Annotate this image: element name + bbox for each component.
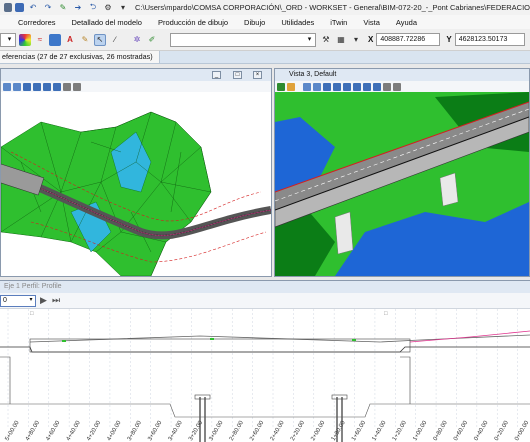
zoom-out-icon[interactable]: [13, 82, 21, 91]
view-3d-title: Vista 3, Default: [275, 69, 529, 81]
chevron-down-icon: ▾: [307, 35, 312, 43]
profile-view[interactable]: Eje 1 Perfil: Profile 0 ▾ ▶ ⏭ □ □ 5+00.0…: [0, 280, 530, 442]
menu-corredores[interactable]: Corredores: [10, 18, 64, 27]
save-icon[interactable]: [15, 3, 25, 12]
green-marker: [210, 338, 214, 340]
line-style-icon[interactable]: ≈: [34, 34, 46, 46]
rotate-view-icon[interactable]: [333, 82, 341, 91]
skip-end-icon[interactable]: ⏭: [52, 295, 60, 306]
menu-produccion[interactable]: Producción de dibujo: [150, 18, 236, 27]
fill-icon[interactable]: [49, 33, 61, 46]
measure-icon[interactable]: ⚒: [320, 34, 332, 46]
chevron-down-icon[interactable]: ▾: [27, 296, 35, 306]
color-palette-icon[interactable]: [19, 33, 31, 46]
minimize-button[interactable]: _: [212, 71, 221, 79]
references-tab[interactable]: eferencias (27 de 27 exclusivas, 26 most…: [0, 51, 160, 63]
main-toolbar: ▾ ≈ A ✎ ↖ ∕ ✲ ✐ ▾ ⚒ ▦ ▾ X 408887.72286 Y…: [0, 29, 530, 51]
app-logo-icon: [4, 3, 13, 12]
app-window: ↶ ↷ ✎ ➔ ⮌ ⚙ ▾ C:\Users\mpardo\COMSA CORP…: [0, 0, 530, 442]
y-coord-field[interactable]: 4628123.50173: [454, 33, 525, 46]
x-coord-label: X: [368, 35, 374, 44]
next-view-icon[interactable]: [53, 82, 61, 91]
corner-mark-right: □: [384, 311, 388, 317]
bridge-pier-2: [439, 172, 459, 207]
customize-icon[interactable]: ▾: [117, 2, 129, 14]
view-plan-toolbar: [1, 81, 271, 92]
menu-utilidades[interactable]: Utilidades: [273, 18, 322, 27]
view-3d[interactable]: Vista 3, Default: [274, 68, 530, 277]
window-area-icon[interactable]: [33, 82, 41, 91]
level-combo[interactable]: ▾: [0, 32, 16, 47]
pin-icon[interactable]: ✎: [57, 2, 69, 14]
pan-view-icon[interactable]: [343, 82, 351, 91]
window-title: C:\Users\mpardo\COMSA CORPORACIÓN\_ORD -…: [135, 3, 530, 12]
chevron-down-icon: ▾: [7, 35, 12, 43]
pencil-icon[interactable]: ✎: [79, 34, 91, 46]
grid-icon[interactable]: ▦: [335, 34, 347, 46]
text-style-icon[interactable]: A: [64, 34, 76, 46]
previous-view-icon[interactable]: [43, 82, 51, 91]
redo-icon[interactable]: ↷: [42, 2, 54, 14]
undo-icon[interactable]: ↶: [27, 2, 39, 14]
play-icon[interactable]: ▶: [40, 295, 47, 306]
bridge-pier: [334, 211, 354, 255]
previous-view-icon[interactable]: [363, 82, 371, 91]
more-icon[interactable]: ▾: [350, 34, 362, 46]
view-plan[interactable]: _ □ ×: [0, 68, 272, 277]
filter-icon[interactable]: [73, 82, 81, 91]
view-settings-icon[interactable]: [287, 82, 295, 91]
plan-canvas[interactable]: [1, 92, 271, 276]
zoom-in-icon[interactable]: [3, 82, 11, 91]
zoom-out-icon[interactable]: [313, 82, 321, 91]
forward-icon[interactable]: ➔: [72, 2, 84, 14]
green-marker-2: [62, 340, 66, 342]
x-coord-field[interactable]: 408887.72286: [376, 33, 441, 46]
references-bar: eferencias (27 de 27 exclusivas, 26 most…: [0, 51, 530, 64]
filter-icon[interactable]: [393, 82, 401, 91]
camera-icon[interactable]: [383, 82, 391, 91]
3d-canvas[interactable]: [275, 92, 529, 276]
view-display-icon[interactable]: [277, 82, 285, 91]
select-icon[interactable]: ↖: [94, 33, 106, 46]
next-view-icon[interactable]: [373, 82, 381, 91]
back-icon[interactable]: ⮌: [87, 2, 99, 14]
profile-title: Eje 1 Perfil: Profile: [0, 281, 530, 293]
view-3d-toolbar: [275, 81, 529, 92]
fit-view-icon[interactable]: [323, 82, 331, 91]
menu-dibujo[interactable]: Dibujo: [236, 18, 273, 27]
corner-mark-left: □: [30, 311, 34, 317]
menu-itwin[interactable]: iTwin: [322, 18, 355, 27]
menu-bar: Corredores Detallado del modelo Producci…: [0, 15, 530, 29]
menu-vista[interactable]: Vista: [355, 18, 388, 27]
accudraw-icon[interactable]: ✐: [146, 34, 158, 46]
green-marker-3: [352, 339, 356, 341]
menu-detallado[interactable]: Detallado del modelo: [64, 18, 150, 27]
walk-icon[interactable]: [353, 82, 361, 91]
y-coord-label: Y: [446, 35, 452, 44]
view-plan-title: [1, 69, 271, 81]
maximize-button[interactable]: □: [233, 71, 242, 79]
snap-icon[interactable]: ✲: [131, 34, 143, 46]
title-bar: ↶ ↷ ✎ ➔ ⮌ ⚙ ▾ C:\Users\mpardo\COMSA CORP…: [0, 0, 530, 15]
view-attributes-icon[interactable]: [63, 82, 71, 91]
fit-view-icon[interactable]: [23, 82, 31, 91]
menu-ayuda[interactable]: Ayuda: [388, 18, 425, 27]
profile-canvas[interactable]: □ □ 5+00.00 4+80.00 4+60.00 4+40.00 4+20.00 4…: [0, 309, 530, 442]
tool-icon[interactable]: ⚙: [102, 2, 114, 14]
brush-icon[interactable]: ∕: [109, 34, 121, 46]
search-combo[interactable]: ▾: [170, 32, 316, 47]
zoom-in-icon[interactable]: [303, 82, 311, 91]
profile-toolbar: 0 ▾ ▶ ⏭: [0, 293, 530, 309]
close-button[interactable]: ×: [253, 71, 262, 79]
